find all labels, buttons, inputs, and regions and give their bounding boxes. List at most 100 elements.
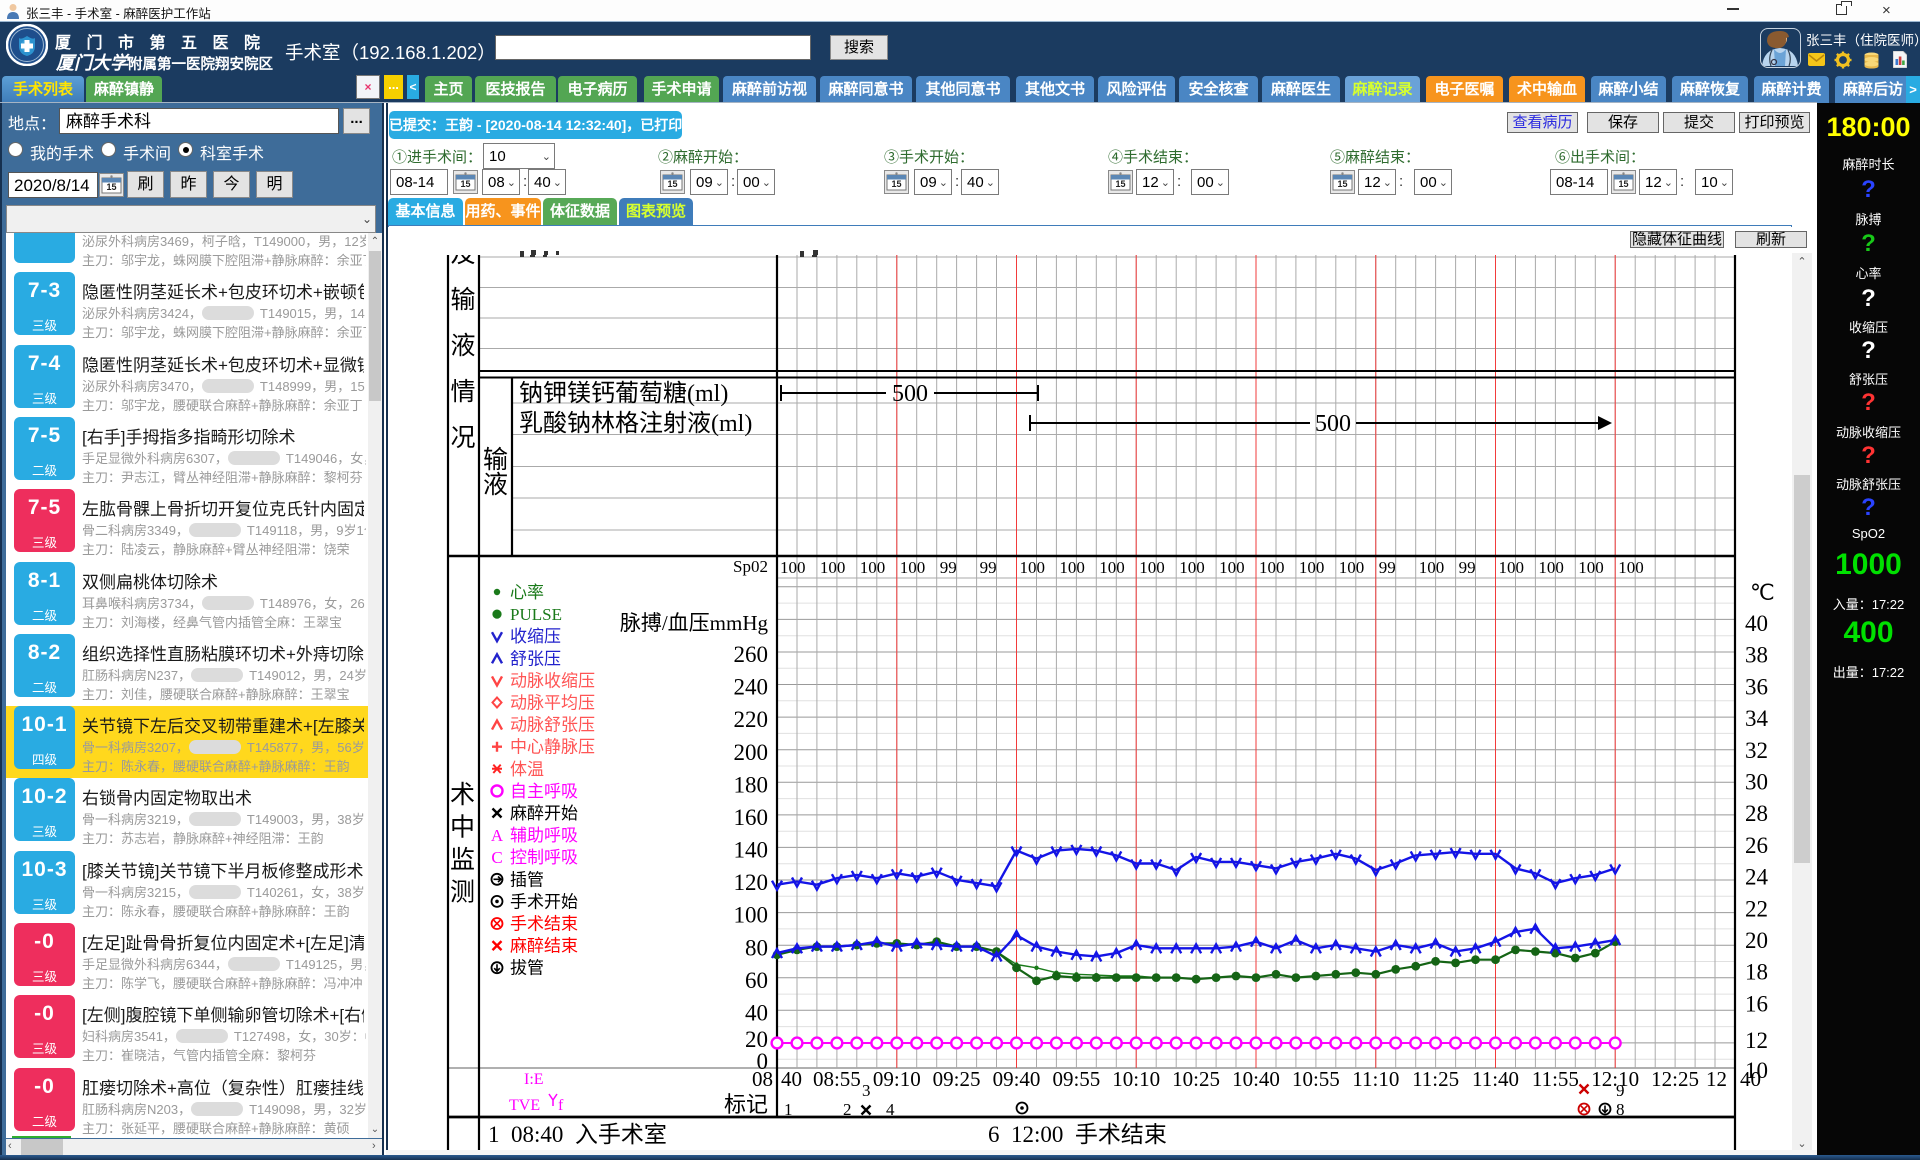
svg-text:08:55: 08:55	[813, 1067, 861, 1091]
svg-text:100: 100	[1059, 558, 1085, 577]
svg-text:100: 100	[780, 558, 806, 577]
svg-text:输: 输	[450, 286, 475, 314]
svg-text:26: 26	[1745, 833, 1768, 858]
svg-text:控制呼吸: 控制呼吸	[510, 848, 578, 867]
svg-text:手术开始: 手术开始	[510, 892, 578, 911]
svg-text:液: 液	[483, 471, 508, 499]
svg-text:100: 100	[1219, 558, 1245, 577]
svg-text:情: 情	[450, 378, 475, 406]
svg-text:500: 500	[892, 381, 928, 407]
svg-text:09:40: 09:40	[993, 1067, 1041, 1091]
svg-text:15: 15	[667, 179, 677, 189]
svg-text:11:25: 11:25	[1412, 1067, 1459, 1091]
svg-text:100: 100	[1339, 558, 1365, 577]
svg-text:40: 40	[745, 1000, 768, 1025]
svg-text:输: 输	[483, 446, 508, 474]
svg-text:麻醉开始: 麻醉开始	[510, 804, 578, 823]
svg-text:动脉舒张压: 动脉舒张压	[510, 716, 595, 735]
svg-text:11:55: 11:55	[1532, 1067, 1579, 1091]
svg-text:500: 500	[1315, 411, 1351, 437]
svg-text:99: 99	[1379, 558, 1396, 577]
svg-text:180: 180	[734, 772, 769, 797]
svg-text:1: 1	[784, 1100, 793, 1119]
svg-text:手术结束: 手术结束	[510, 915, 578, 934]
svg-text:36: 36	[1745, 674, 1768, 699]
svg-text:舒张压: 舒张压	[510, 649, 561, 668]
svg-text:动脉收缩压: 动脉收缩压	[510, 671, 595, 690]
svg-text:09:25: 09:25	[933, 1067, 981, 1091]
svg-text:况: 况	[450, 425, 475, 452]
svg-text:09:10: 09:10	[873, 1067, 921, 1091]
svg-text:240: 240	[734, 675, 769, 700]
svg-text:f: f	[558, 1097, 564, 1114]
svg-text:34: 34	[1745, 706, 1769, 731]
svg-text:9: 9	[1616, 1081, 1625, 1100]
svg-text:200: 200	[734, 740, 769, 765]
svg-text:09:55: 09:55	[1052, 1067, 1100, 1091]
svg-text:中心静脉压: 中心静脉压	[510, 738, 595, 757]
svg-text:100: 100	[860, 558, 886, 577]
svg-text:32: 32	[1745, 738, 1768, 763]
svg-text:16: 16	[1745, 991, 1768, 1016]
svg-text:99: 99	[1459, 558, 1476, 577]
svg-text:TVE: TVE	[509, 1097, 540, 1114]
svg-text:脉搏/血压mmHg: 脉搏/血压mmHg	[620, 611, 769, 635]
svg-text:40: 40	[781, 1067, 802, 1091]
svg-text:100: 100	[1578, 558, 1604, 577]
svg-text:10:10: 10:10	[1112, 1067, 1160, 1091]
svg-text:100: 100	[1139, 558, 1165, 577]
svg-text:220: 220	[734, 707, 769, 732]
svg-text:100: 100	[820, 558, 846, 577]
svg-text:2: 2	[843, 1100, 852, 1119]
svg-text:80: 80	[745, 935, 768, 960]
svg-text:12: 12	[1706, 1067, 1727, 1091]
svg-text:自主呼吸: 自主呼吸	[510, 782, 578, 801]
svg-text:10:55: 10:55	[1292, 1067, 1340, 1091]
svg-text:中: 中	[450, 814, 475, 842]
svg-text:乳酸钠林格注射液(ml): 乳酸钠林格注射液(ml)	[519, 410, 752, 437]
svg-text:100: 100	[1499, 558, 1525, 577]
svg-text:动脉平均压: 动脉平均压	[510, 694, 595, 713]
svg-text:液: 液	[450, 332, 475, 360]
svg-text:插管: 插管	[510, 870, 544, 889]
svg-text:10:40: 10:40	[1232, 1067, 1280, 1091]
svg-text:C: C	[491, 848, 502, 867]
svg-text:40: 40	[1745, 611, 1768, 636]
svg-text:12:25: 12:25	[1651, 1067, 1699, 1091]
svg-text:麻醉结束: 麻醉结束	[510, 937, 578, 956]
svg-text:钠钾镁钙葡萄糖(ml): 钠钾镁钙葡萄糖(ml)	[519, 380, 728, 407]
svg-text:30: 30	[1745, 770, 1768, 795]
svg-text:体温: 体温	[510, 760, 544, 779]
svg-text:15: 15	[460, 179, 470, 189]
svg-text:11:10: 11:10	[1352, 1067, 1399, 1091]
svg-text:12: 12	[1745, 1028, 1768, 1053]
svg-text:22: 22	[1745, 896, 1768, 921]
svg-text:100: 100	[1179, 558, 1205, 577]
svg-text:100: 100	[734, 903, 769, 928]
svg-text:10:25: 10:25	[1172, 1067, 1220, 1091]
svg-text:Sp02: Sp02	[733, 557, 768, 576]
svg-text:11:40: 11:40	[1472, 1067, 1519, 1091]
svg-text:140: 140	[734, 838, 769, 863]
svg-text:监: 监	[450, 846, 475, 874]
svg-text:心率: 心率	[510, 583, 544, 602]
svg-text:辅助呼吸: 辅助呼吸	[510, 826, 578, 845]
svg-text:拔管: 拔管	[510, 959, 544, 978]
svg-text:160: 160	[734, 805, 769, 830]
svg-text:收缩压: 收缩压	[510, 627, 561, 646]
svg-text:PULSE: PULSE	[510, 605, 562, 624]
svg-text:℃: ℃	[1750, 580, 1775, 605]
svg-text:38: 38	[1745, 643, 1768, 668]
svg-text:4: 4	[886, 1100, 895, 1119]
svg-text:15: 15	[1337, 179, 1347, 189]
svg-text:100: 100	[1020, 558, 1046, 577]
svg-text:100: 100	[1299, 558, 1325, 577]
svg-text:1 08:40 入手术室: 1 08:40 入手术室	[488, 1122, 667, 1147]
svg-text:测: 测	[450, 879, 475, 907]
svg-text:08: 08	[752, 1067, 773, 1091]
svg-text:15: 15	[891, 179, 901, 189]
svg-text:15: 15	[1115, 179, 1125, 189]
svg-text:A: A	[491, 826, 504, 845]
svg-text:60: 60	[745, 968, 768, 993]
svg-text:24: 24	[1745, 865, 1769, 890]
